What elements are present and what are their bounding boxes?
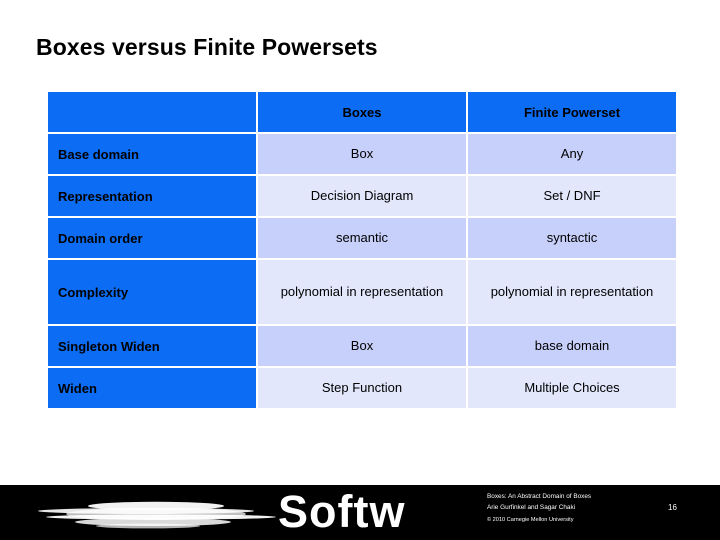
cell-representation-boxes: Decision Diagram xyxy=(258,176,466,216)
institute-logo-wordmark: Softw xyxy=(278,486,406,537)
page-title: Boxes versus Finite Powersets xyxy=(36,34,378,60)
table-header-blank xyxy=(48,92,256,132)
row-label-widen: Widen xyxy=(48,368,256,408)
cell-widen-boxes: Step Function xyxy=(258,368,466,408)
cell-representation-powerset: Set / DNF xyxy=(468,176,676,216)
page-number: 16 xyxy=(668,503,677,512)
cell-widen-powerset: Multiple Choices xyxy=(468,368,676,408)
table-header-boxes: Boxes xyxy=(258,92,466,132)
cell-singleton-widen-powerset: base domain xyxy=(468,326,676,366)
row-label-representation: Representation xyxy=(48,176,256,216)
cell-complexity-powerset: polynomial in representation xyxy=(468,260,676,324)
table-row: Base domain Box Any xyxy=(48,134,676,174)
row-label-singleton-widen: Singleton Widen xyxy=(48,326,256,366)
table-row: Complexity polynomial in representation … xyxy=(48,260,676,324)
table-row: Representation Decision Diagram Set / DN… xyxy=(48,176,676,216)
table-row: Widen Step Function Multiple Choices xyxy=(48,368,676,408)
row-label-complexity: Complexity xyxy=(48,260,256,324)
cell-base-domain-powerset: Any xyxy=(468,134,676,174)
institute-logo-icon xyxy=(38,501,276,529)
table-header-row: Boxes Finite Powerset xyxy=(48,92,676,132)
cell-base-domain-boxes: Box xyxy=(258,134,466,174)
table-row: Singleton Widen Box base domain xyxy=(48,326,676,366)
footer-credit-title: Boxes: An Abstract Domain of Boxes xyxy=(487,493,592,500)
table-row: Domain order semantic syntactic xyxy=(48,218,676,258)
cell-complexity-boxes: polynomial in representation xyxy=(258,260,466,324)
footer-credit-authors: Arie Gurfinkel and Sagar Chaki xyxy=(487,503,576,511)
footer-credits: Boxes: An Abstract Domain of Boxes Arie … xyxy=(487,492,657,526)
row-label-base-domain: Base domain xyxy=(48,134,256,174)
table-header-finite-powerset: Finite Powerset xyxy=(468,92,676,132)
cell-singleton-widen-boxes: Box xyxy=(258,326,466,366)
cell-domain-order-boxes: semantic xyxy=(258,218,466,258)
row-label-domain-order: Domain order xyxy=(48,218,256,258)
cell-domain-order-powerset: syntactic xyxy=(468,218,676,258)
comparison-table: Boxes Finite Powerset Base domain Box An… xyxy=(46,90,678,410)
footer-copyright: © 2010 Carnegie Mellon University xyxy=(487,517,574,523)
